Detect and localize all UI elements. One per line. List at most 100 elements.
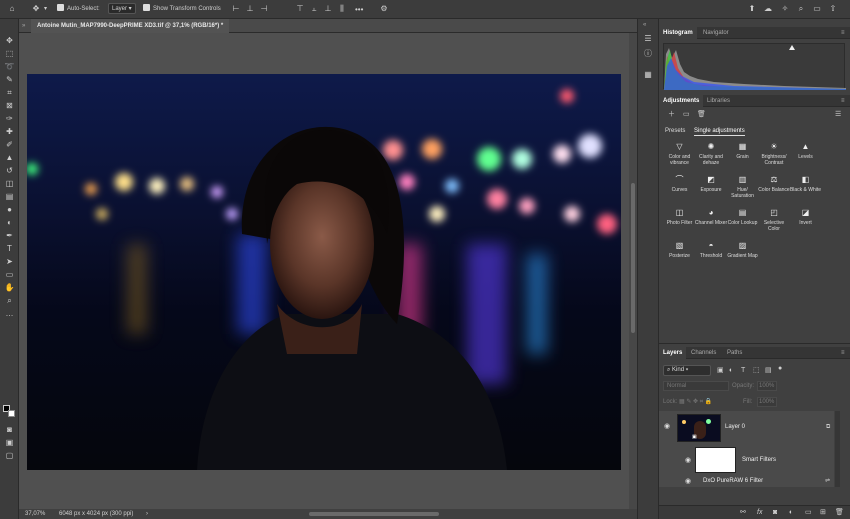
adjustment-channel-mixer[interactable]: ◕ Channel Mixer: [695, 208, 728, 226]
panel-menu-icon[interactable]: ≡: [837, 27, 849, 39]
quick-mask-icon[interactable]: ◙: [3, 424, 16, 435]
filter-row[interactable]: ◉ DxO PureRAW 6 Filter ⇌: [659, 475, 834, 487]
fill-field[interactable]: 100%: [757, 397, 777, 407]
filter-smart-object-icon[interactable]: ▤: [765, 366, 772, 376]
blend-mode-dropdown[interactable]: Normal: [663, 381, 729, 391]
tab-navigator[interactable]: Navigator: [699, 27, 733, 39]
zoom-tool-icon[interactable]: ⌕: [3, 295, 16, 306]
list-view-icon[interactable]: ☰: [835, 110, 841, 120]
layer-row[interactable]: ◉ ▣ Layer 0 ⧉: [659, 411, 834, 445]
dodge-tool-icon[interactable]: ◐: [3, 217, 16, 228]
move-tool-icon[interactable]: ✥: [30, 3, 42, 15]
distribute-icon[interactable]: ⫼: [336, 3, 348, 15]
trash-icon[interactable]: 🗑: [835, 508, 844, 518]
canvas-area[interactable]: [19, 33, 629, 509]
align-center-h-icon[interactable]: ⊥: [244, 3, 256, 15]
layer-options-icon[interactable]: ⧉: [826, 424, 830, 431]
layer-name[interactable]: Layer 0: [725, 424, 745, 430]
zoom-level[interactable]: 37,07%: [25, 509, 45, 519]
align-top-icon[interactable]: ⊤: [294, 3, 306, 15]
auto-select-dropdown[interactable]: Layer ▾: [108, 3, 136, 16]
eyedropper-tool-icon[interactable]: ✑: [3, 113, 16, 124]
adjustment-brightness-contrast[interactable]: ☀ Brightness/ Contrast: [758, 142, 791, 166]
visibility-eye-icon[interactable]: ◉: [685, 477, 691, 485]
adjustment-grain[interactable]: ▦ Grain: [726, 142, 759, 160]
screen-mode-icon[interactable]: ▣: [3, 437, 16, 448]
share-icon[interactable]: ⬆: [746, 3, 758, 15]
adjustment-levels[interactable]: ▲ Levels: [789, 142, 822, 160]
blur-tool-icon[interactable]: ●: [3, 204, 16, 215]
smart-filters-label[interactable]: Smart Filters: [742, 457, 776, 463]
expand-panels-icon[interactable]: «: [643, 22, 646, 28]
info-icon[interactable]: ⓘ: [642, 48, 654, 60]
folder-icon[interactable]: ▭: [805, 508, 812, 518]
edit-toolbar-icon[interactable]: …: [3, 308, 16, 319]
adjustment-selective-color[interactable]: ◰ Selective Color: [758, 208, 791, 232]
shape-tool-icon[interactable]: ▭: [3, 269, 16, 280]
adjustment-posterize[interactable]: ▧ Posterize: [663, 241, 696, 259]
type-tool-icon[interactable]: T: [3, 243, 16, 254]
auto-select-checkbox[interactable]: [57, 3, 64, 16]
align-right-icon[interactable]: ⊣: [258, 3, 270, 15]
background-color-swatch[interactable]: [8, 410, 15, 417]
adjustment-black-white[interactable]: ◧ Black & White: [789, 175, 822, 193]
filter-name[interactable]: DxO PureRAW 6 Filter: [703, 478, 763, 484]
search-icon[interactable]: ⌕: [795, 3, 807, 15]
filter-pixel-icon[interactable]: ▣: [717, 366, 724, 376]
smart-filters-row[interactable]: ◉ Smart Filters: [659, 445, 834, 475]
adjustment-icon[interactable]: ◐: [789, 508, 793, 518]
visibility-eye-icon[interactable]: ◉: [685, 456, 691, 464]
artboard-icon[interactable]: ▢: [3, 450, 16, 461]
add-adjustment-icon[interactable]: ＋: [668, 110, 675, 120]
lock-icons[interactable]: ▦ ✎ ✥ ⌗ 🔒: [679, 398, 712, 406]
folder-icon[interactable]: ▭: [683, 110, 690, 120]
more-options-icon[interactable]: •••: [355, 3, 363, 16]
tab-histogram[interactable]: Histogram: [659, 27, 697, 39]
panel-menu-icon[interactable]: ≡: [837, 347, 849, 359]
adjustment-color-and-vibrance[interactable]: ▽ Color and vibrance: [663, 142, 696, 166]
filter-blending-options-icon[interactable]: ⇌: [825, 477, 830, 484]
stamp-tool-icon[interactable]: ▲: [3, 152, 16, 163]
tab-layers[interactable]: Layers: [659, 347, 687, 359]
tab-libraries[interactable]: Libraries: [703, 95, 734, 107]
quick-select-tool-icon[interactable]: ✎: [3, 74, 16, 85]
filter-toggle-icon[interactable]: ●: [778, 364, 782, 374]
filter-adjustment-icon[interactable]: ◐: [729, 366, 733, 376]
share-document-icon[interactable]: ⇧: [827, 3, 839, 15]
history-brush-tool-icon[interactable]: ↺: [3, 165, 16, 176]
vertical-scrollbar[interactable]: [629, 33, 637, 509]
adjustment-threshold[interactable]: ◓ Threshold: [695, 241, 728, 259]
adjustment-invert[interactable]: ◪ Invert: [789, 208, 822, 226]
lasso-tool-icon[interactable]: ➰: [3, 61, 16, 72]
scrollbar-thumb[interactable]: [631, 183, 635, 333]
tool-preset-chevron-icon[interactable]: ▾: [44, 3, 47, 16]
tab-single-adjustments[interactable]: Single adjustments: [694, 128, 745, 136]
gradient-tool-icon[interactable]: ▤: [3, 191, 16, 202]
collapse-chevron-icon[interactable]: »: [22, 19, 25, 33]
home-icon[interactable]: ⌂: [6, 3, 18, 15]
adjustment-exposure[interactable]: ◩ Exposure: [695, 175, 728, 193]
tab-channels[interactable]: Channels: [687, 347, 720, 359]
visibility-eye-icon[interactable]: ◉: [664, 422, 670, 430]
show-transform-checkbox[interactable]: [143, 3, 150, 16]
link-icon[interactable]: ⚯: [740, 508, 746, 518]
panel-menu-icon[interactable]: ≡: [837, 95, 849, 107]
horizontal-scrollbar-thumb[interactable]: [309, 512, 439, 516]
adjustment-photo-filter[interactable]: ◫ Photo Filter: [663, 208, 696, 226]
adjustment-color-balance[interactable]: ⚖ Color Balance: [758, 175, 791, 193]
tab-paths[interactable]: Paths: [723, 347, 746, 359]
layer-filter-dropdown[interactable]: ⌕ Kind ▾: [663, 365, 711, 376]
libraries-icon[interactable]: ▦: [642, 69, 654, 81]
move-tool-icon[interactable]: ✥: [3, 35, 16, 46]
fx-icon[interactable]: fx: [757, 508, 762, 518]
brush-tool-icon[interactable]: ✐: [3, 139, 16, 150]
frame-tool-icon[interactable]: ⊠: [3, 100, 16, 111]
opacity-field[interactable]: 100%: [757, 381, 777, 391]
workspace-icon[interactable]: ▭: [811, 3, 823, 15]
crop-tool-icon[interactable]: ⌗: [3, 87, 16, 98]
adjustment-color-lookup[interactable]: ▤ Color Lookup: [726, 208, 759, 226]
align-middle-v-icon[interactable]: ⫠: [308, 3, 320, 15]
hand-tool-icon[interactable]: ✋: [3, 282, 16, 293]
align-left-icon[interactable]: ⊢: [230, 3, 242, 15]
align-bottom-icon[interactable]: ⊥: [322, 3, 334, 15]
